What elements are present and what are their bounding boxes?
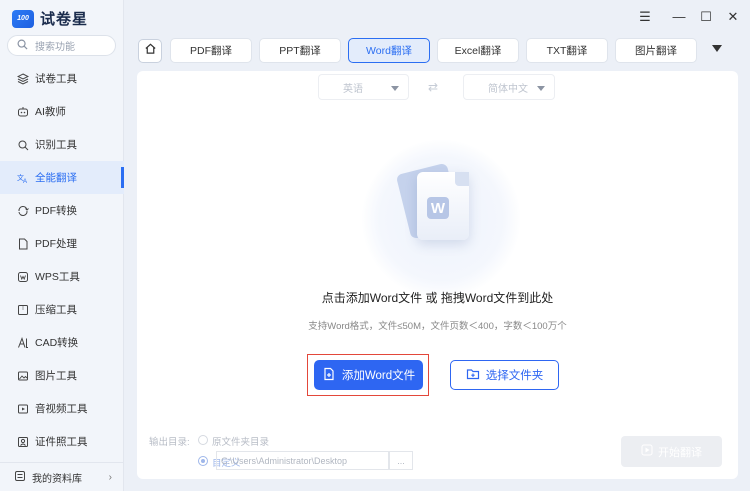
image-icon bbox=[17, 370, 29, 382]
chevron-right-icon: › bbox=[108, 471, 112, 483]
sidebar-item-compress-tools[interactable]: 压缩工具 bbox=[0, 293, 124, 326]
scan-icon bbox=[17, 139, 29, 151]
sidebar-item-label: CAD转换 bbox=[35, 337, 79, 349]
compress-icon bbox=[17, 304, 29, 316]
sidebar-item-label: 识别工具 bbox=[35, 139, 77, 151]
source-language-value: 英语 bbox=[343, 83, 363, 95]
app-logo: 100 试卷星 bbox=[12, 8, 88, 29]
search-input[interactable]: 搜索功能 bbox=[35, 38, 75, 53]
minimize-button[interactable]: — bbox=[671, 10, 687, 24]
cad-icon bbox=[17, 336, 29, 349]
sidebar-item-pdf-process[interactable]: PDF处理 bbox=[0, 227, 124, 260]
convert-icon bbox=[17, 205, 29, 217]
sidebar-item-label: 证件照工具 bbox=[35, 436, 88, 448]
tabs-more-icon[interactable] bbox=[712, 45, 722, 52]
start-translate-label: 开始翻译 bbox=[658, 446, 702, 459]
app-name: 试卷星 bbox=[40, 11, 89, 28]
source-language-select[interactable]: 英语 bbox=[318, 74, 409, 100]
sidebar-item-exam-tools[interactable]: 试卷工具 bbox=[0, 62, 124, 95]
layers-icon bbox=[17, 72, 29, 85]
browse-button[interactable]: ... bbox=[389, 451, 413, 470]
tab-image-translate[interactable]: 图片翻译 bbox=[615, 38, 697, 63]
swap-languages-icon[interactable]: ⇄ bbox=[428, 80, 438, 94]
sidebar-item-label: 试卷工具 bbox=[35, 73, 77, 85]
target-language-select[interactable]: 简体中文 bbox=[463, 74, 555, 100]
dropzone-instruction: 点击添加Word文件 或 拖拽Word文件到此处 bbox=[321, 291, 554, 305]
add-word-file-label: 添加Word文件 bbox=[341, 370, 416, 382]
home-icon bbox=[144, 42, 157, 60]
format-hint: 支持Word格式，文件≤50M，文件页数＜400，字数＜100万个 bbox=[308, 321, 567, 332]
sidebar-item-label: 音视频工具 bbox=[35, 403, 88, 415]
sidebar-item-label: PDF转换 bbox=[35, 205, 77, 217]
word-document-icon: W bbox=[417, 172, 469, 240]
sidebar-item-label: 图片工具 bbox=[35, 370, 77, 382]
chevron-down-icon bbox=[537, 86, 545, 91]
ai-bot-icon bbox=[17, 106, 29, 118]
radio-source-folder[interactable] bbox=[198, 435, 208, 445]
my-library[interactable]: 我的资料库 › bbox=[0, 462, 124, 491]
start-icon bbox=[641, 444, 653, 459]
target-language-value: 简体中文 bbox=[488, 83, 528, 95]
sidebar-item-av-tools[interactable]: 音视频工具 bbox=[0, 392, 124, 425]
choose-folder-label: 选择文件夹 bbox=[485, 370, 544, 382]
output-path-field[interactable]: C:\Users\Administrator\Desktop bbox=[216, 451, 389, 470]
search-icon bbox=[17, 39, 28, 53]
sidebar-item-label: 压缩工具 bbox=[35, 304, 77, 316]
start-translate-button[interactable]: 开始翻译 bbox=[621, 436, 722, 467]
menu-icon[interactable]: ☰ bbox=[637, 10, 653, 24]
sidebar-item-id-photo-tools[interactable]: 证件照工具 bbox=[0, 425, 124, 458]
sidebar-item-pdf-convert[interactable]: PDF转换 bbox=[0, 194, 124, 227]
translate-icon: 文A bbox=[17, 172, 29, 184]
wps-icon bbox=[17, 271, 29, 283]
video-icon bbox=[17, 403, 29, 415]
choose-folder-button[interactable]: 选择文件夹 bbox=[450, 360, 559, 390]
sidebar-item-recognize-tools[interactable]: 识别工具 bbox=[0, 128, 124, 161]
close-button[interactable]: ✕ bbox=[725, 10, 741, 24]
library-label: 我的资料库 bbox=[32, 473, 82, 485]
document-icon bbox=[17, 238, 29, 250]
add-file-icon bbox=[322, 367, 336, 384]
sidebar-item-translate[interactable]: 文A 全能翻译 bbox=[0, 161, 124, 194]
svg-text:A: A bbox=[23, 179, 27, 184]
tab-excel-translate[interactable]: Excel翻译 bbox=[437, 38, 519, 63]
tab-ppt-translate[interactable]: PPT翻译 bbox=[259, 38, 341, 63]
sidebar-item-ai-teacher[interactable]: AI教师 bbox=[0, 95, 124, 128]
radio-custom-folder[interactable] bbox=[198, 456, 208, 466]
radio-source-folder-label: 原文件夹目录 bbox=[212, 437, 270, 448]
logo-badge: 100 bbox=[12, 9, 34, 28]
add-word-file-button[interactable]: 添加Word文件 bbox=[314, 360, 423, 390]
folder-icon bbox=[466, 367, 480, 384]
tab-pdf-translate[interactable]: PDF翻译 bbox=[170, 38, 252, 63]
id-photo-icon bbox=[17, 436, 29, 448]
sidebar-item-label: AI教师 bbox=[35, 106, 66, 118]
maximize-button[interactable]: ☐ bbox=[698, 10, 714, 24]
page-fold bbox=[455, 172, 469, 186]
sidebar-item-cad-convert[interactable]: CAD转换 bbox=[0, 326, 124, 359]
word-letter: W bbox=[427, 197, 449, 219]
sidebar-item-label: WPS工具 bbox=[35, 271, 80, 283]
library-icon bbox=[14, 470, 26, 485]
sidebar: 100 试卷星 搜索功能 试卷工具 AI教师 识别工具 文A 全能翻译 PDF转… bbox=[0, 0, 124, 491]
output-dir-label: 输出目录: bbox=[149, 437, 190, 448]
chevron-down-icon bbox=[391, 86, 399, 91]
sidebar-item-label: PDF处理 bbox=[35, 238, 77, 250]
tab-txt-translate[interactable]: TXT翻译 bbox=[526, 38, 608, 63]
tab-word-translate[interactable]: Word翻译 bbox=[348, 38, 430, 63]
sidebar-item-image-tools[interactable]: 图片工具 bbox=[0, 359, 124, 392]
search-box[interactable]: 搜索功能 bbox=[7, 35, 116, 56]
sidebar-nav: 试卷工具 AI教师 识别工具 文A 全能翻译 PDF转换 PDF处理 WPS工具 bbox=[0, 62, 124, 458]
sidebar-item-label: 全能翻译 bbox=[35, 172, 77, 184]
sidebar-item-wps-tools[interactable]: WPS工具 bbox=[0, 260, 124, 293]
home-button[interactable] bbox=[138, 39, 162, 63]
